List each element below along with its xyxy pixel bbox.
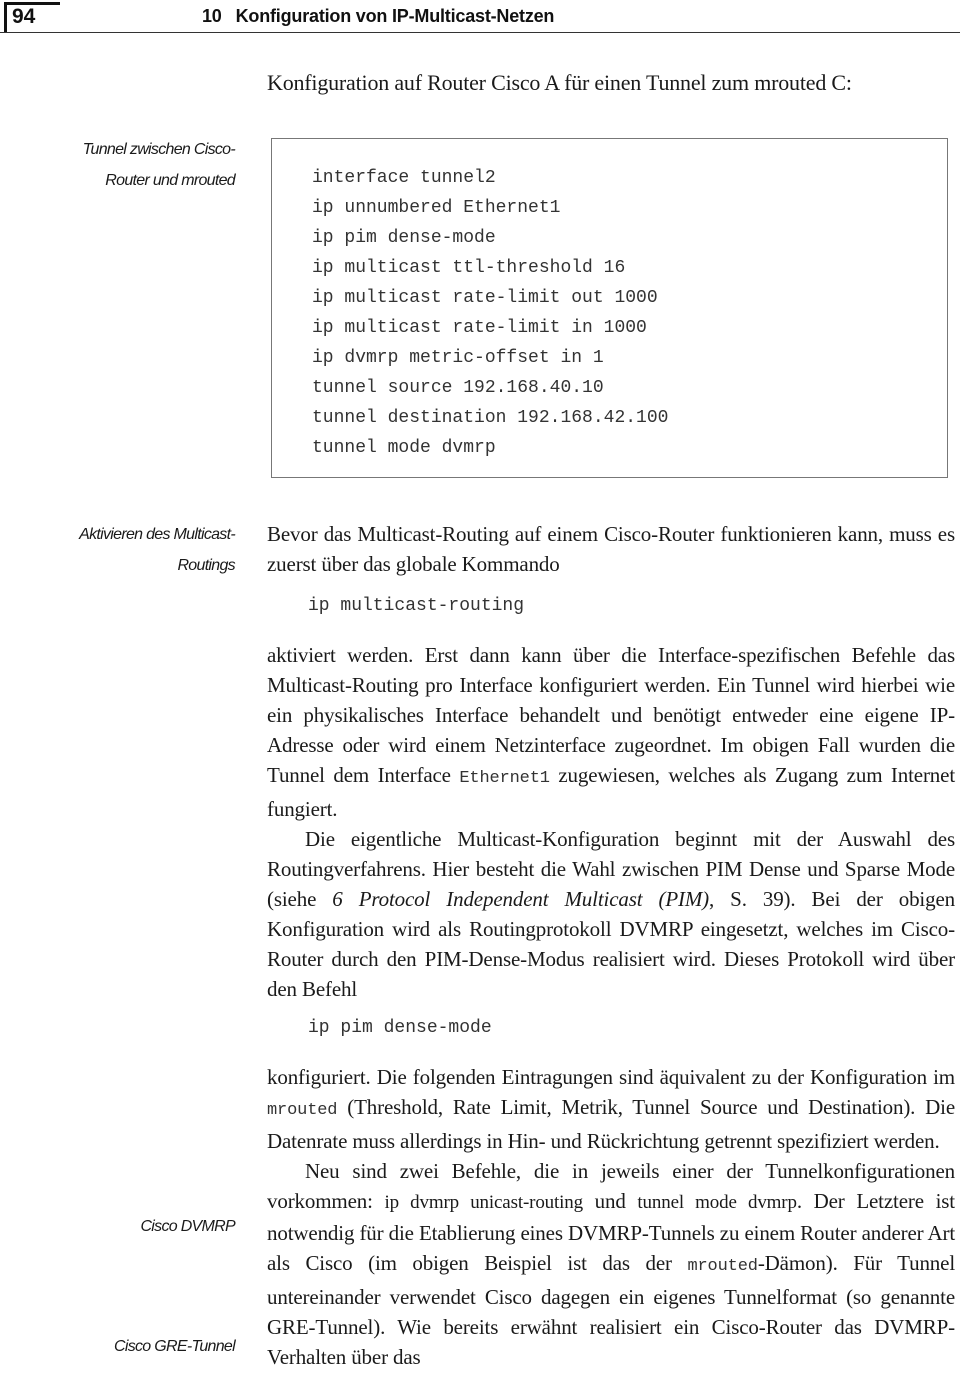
margin-note-line: Aktivieren des Multicast-	[79, 526, 236, 543]
code-line: ip unnumbered Ethernet1	[312, 198, 561, 218]
header-rule	[0, 32, 960, 33]
command-pim-dense-mode: ip pim dense-mode	[308, 1018, 492, 1038]
code-line: ip multicast rate-limit out 1000	[312, 288, 658, 308]
code-line: ip multicast rate-limit in 1000	[312, 318, 647, 338]
paragraph-2: aktiviert werden. Erst dann kann über di…	[267, 640, 955, 1004]
intro-line: Konfiguration auf Router Cisco A für ein…	[267, 70, 852, 95]
margin-note-tunnel: Tunnel zwischen Cisco- Router und mroute…	[0, 134, 236, 196]
paragraph-text: Bevor das Multicast-Routing auf einem Ci…	[267, 522, 955, 576]
paragraph-1: Bevor das Multicast-Routing auf einem Ci…	[267, 519, 955, 579]
code-line: tunnel source 192.168.40.10	[312, 378, 604, 398]
chapter-title: Konfiguration von IP-Multicast-Netzen	[235, 6, 555, 26]
code-line: ip pim dense-mode	[312, 228, 496, 248]
paragraph-text: konfiguriert. Die folgenden Eintragungen…	[267, 1062, 955, 1156]
running-head: 10 Konfiguration von IP-Multicast-Netzen	[202, 6, 554, 27]
text-run: und	[582, 1189, 638, 1213]
paragraph-text: aktiviert werden. Erst dann kann über di…	[267, 640, 955, 824]
margin-note-dvmrp: Cisco DVMRP	[140, 1218, 235, 1235]
code-line: ip dvmrp metric-offset in 1	[312, 348, 604, 368]
inline-code: Ethernet1	[459, 769, 550, 788]
margin-note-gre: Cisco GRE-Tunnel	[114, 1338, 236, 1355]
config-listing-box: interface tunnel2 ip unnumbered Ethernet…	[271, 138, 948, 478]
inline-code: mrouted	[687, 1257, 758, 1276]
text-run: konfiguriert. Die folgenden Eintragungen…	[267, 1065, 955, 1089]
page-header: 94 10 Konfiguration von IP-Multicast-Netz…	[0, 0, 960, 36]
margin-note-line: Router und mrouted	[105, 172, 235, 189]
margin-note-activate: Aktivieren des Multicast- Routings	[0, 519, 236, 581]
command-multicast-routing: ip multicast-routing	[308, 596, 525, 616]
page-number-mark-side	[4, 2, 7, 32]
paragraph-text: Die eigentliche Multicast-Konfiguration …	[267, 824, 955, 1004]
code-line: ip multicast ttl-threshold 16	[312, 258, 626, 278]
cross-reference-link[interactable]: 6 Protocol Independent Multicast (PIM)	[332, 887, 709, 911]
inline-command: ip dvmrp unicast-routing	[384, 1192, 584, 1213]
paragraph-4: konfiguriert. Die folgenden Eintragungen…	[267, 1062, 955, 1372]
paragraph-text: Neu sind zwei Befehle, die in jeweils ei…	[267, 1156, 955, 1372]
page-number: 94	[12, 5, 36, 28]
margin-note-line: Tunnel zwischen Cisco-	[82, 141, 236, 158]
margin-note-line: Routings	[177, 557, 235, 574]
code-line: tunnel destination 192.168.42.100	[312, 408, 669, 428]
config-listing: interface tunnel2 ip unnumbered Ethernet…	[312, 163, 668, 463]
code-line: interface tunnel2	[312, 168, 496, 188]
chapter-number: 10	[202, 6, 222, 26]
inline-command: tunnel mode dvmrp	[637, 1192, 797, 1213]
inline-code: mrouted	[267, 1101, 338, 1120]
code-line: tunnel mode dvmrp	[312, 438, 496, 458]
text-run: (Threshold, Rate Limit, Metrik, Tunnel S…	[267, 1095, 955, 1153]
